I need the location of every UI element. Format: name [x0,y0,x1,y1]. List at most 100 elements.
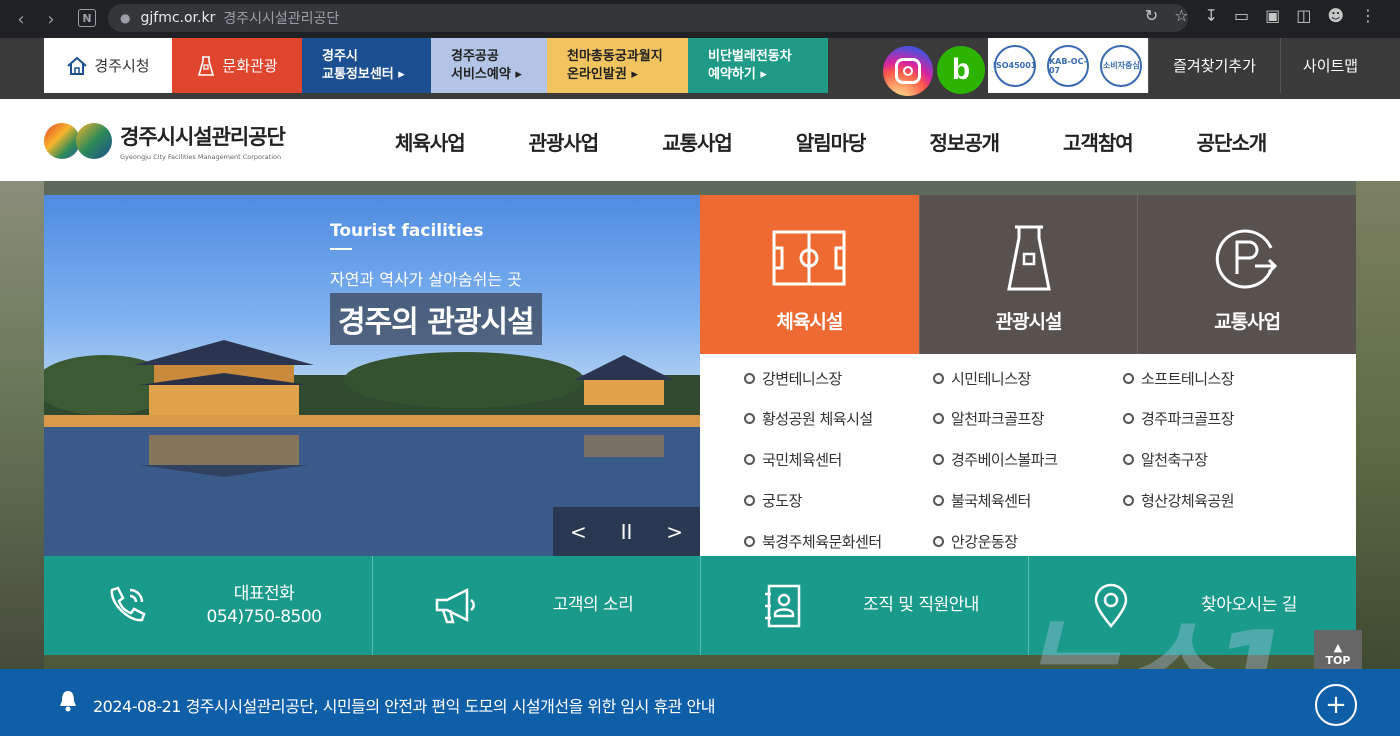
back-icon[interactable]: ‹ [6,4,36,34]
facility-link[interactable]: 국민체육센터 [744,448,933,472]
lock-icon: ● [120,11,131,25]
facility-link[interactable]: 황성공원 체육시설 [744,407,933,431]
phone-icon [110,586,146,622]
customer-voice-button[interactable]: 고객의 소리 [372,556,700,655]
electric-vehicle-link[interactable]: 비단벌레전동차 예약하기 ▸ [688,38,828,93]
download-icon[interactable]: ↧ [1205,6,1218,25]
vehicle-line2: 예약하기 [708,66,756,82]
instagram-icon[interactable] [883,46,933,96]
cheomseongdae-icon [1006,225,1051,291]
facility-link[interactable]: 형산강체육공원 [1123,488,1323,512]
facility-link[interactable]: 경주베이스볼파크 [933,448,1123,472]
facility-link[interactable]: 알천파크골프장 [933,407,1123,431]
service-line2: 서비스예약 [451,66,511,82]
megaphone-icon [435,587,475,624]
arrow-right-icon: ▸ [515,66,522,82]
forward-icon[interactable]: › [36,4,66,34]
nav-tourism[interactable]: 관광사업 [529,127,600,156]
city-hall-link[interactable]: 경주시청 [44,38,172,93]
facility-link[interactable]: 불국체육센터 [933,488,1123,512]
phone-info-button[interactable]: 대표전화 054)750-8500 [44,556,372,655]
blog-icon[interactable]: b [937,46,985,94]
cert-badge-iso: ISO45001 [993,44,1036,87]
facility-link[interactable]: 소프트테니스장 [1123,366,1323,390]
nav-transport[interactable]: 교통사업 [662,127,733,156]
browser-toolbar: ‹ › N ● gjfmc.or.kr 경주시시설관리공단 ↻ ☆ ↧ ▭ ▣ … [0,0,1400,38]
slide-subtitle: 자연과 역사가 살아숨쉬는 곳 [330,270,522,289]
facility-link[interactable]: 안강운동장 [933,529,1123,553]
nav-participation[interactable]: 고객참여 [1063,127,1134,156]
nav-disclosure[interactable]: 정보공개 [929,127,1000,156]
facility-link[interactable]: 경주파크골프장 [1123,407,1323,431]
traffic-info-link[interactable]: 경주시 교통정보센터 ▸ [302,38,431,93]
site-logo[interactable]: 경주시시설관리공단 Gyeongju City Facilities Manag… [44,121,286,161]
menu-icon[interactable]: ⋮ [1360,6,1376,25]
customer-voice-label: 고객의 소리 [552,595,634,616]
bookmark-button[interactable]: 즐겨찾기추가 [1148,38,1280,93]
logo-subtitle: Gyeongju City Facilities Management Corp… [120,153,282,161]
pause-icon[interactable]: II [621,520,633,544]
address-bar[interactable]: ● gjfmc.or.kr 경주시시설관리공단 [108,4,1188,32]
main-nav: 체육사업 관광사업 교통사업 알림마당 정보공개 고객참여 공단소개 [395,127,1268,156]
facility-link[interactable]: 시민테니스장 [933,366,1123,390]
slide-subtitle-en: Tourist facilities [330,221,484,241]
tab-transport-business[interactable]: 교통사업 [1137,195,1357,354]
facility-link[interactable]: 강변테니스장 [744,366,933,390]
facility-link[interactable]: 알천축구장 [1123,448,1323,472]
sidebar-icon[interactable]: ◫ [1296,6,1311,25]
cheonma-ticket-link[interactable]: 천마총동궁과월지 온라인발권 ▸ [547,38,688,93]
certification-badges: ISO45001 KAB-OC-07 소비자중심 [988,38,1148,93]
directions-button[interactable]: 찾아오시는 길 [1028,556,1356,655]
parking-icon [1216,229,1278,289]
url-page-title: 경주시시설관리공단 [223,11,340,27]
site-header: 경주시시설관리공단 Gyeongju City Facilities Manag… [0,99,1400,181]
phone-number: 054)750-8500 [206,606,322,627]
tab-sports-label: 체육시설 [776,311,843,333]
facility-link[interactable]: 궁도장 [744,488,933,512]
contact-book-icon [765,584,801,628]
cheonma-line1: 천마총동궁과월지 [567,48,663,64]
profile-icon[interactable]: ☻ [1327,6,1344,25]
facility-list: 강변테니스장 시민테니스장 소프트테니스장 황성공원 체육시설 알천파크골프장 … [700,354,1356,556]
cert-badge-kab: KAB-OC-07 [1046,44,1089,87]
reload-icon[interactable]: ↻ [1145,6,1158,25]
organization-label: 조직 및 직원안내 [863,595,979,616]
tab-tourism-facilities[interactable]: 관광시설 [918,195,1138,354]
traffic-info-line2: 교통정보센터 [322,66,394,82]
browser-actions: ↻ ☆ ↧ ▭ ▣ ◫ ☻ ⋮ [1145,6,1376,25]
extension-icon[interactable]: N [78,9,96,27]
culture-tour-link[interactable]: 문화관광 [172,38,302,93]
facility-link[interactable]: 북경주체육문화센터 [744,529,933,553]
nav-news[interactable]: 알림마당 [796,127,867,156]
tab-sports-facilities[interactable]: 체육시설 [700,195,919,364]
organization-button[interactable]: 조직 및 직원안내 [700,556,1028,655]
chevron-left-icon[interactable]: < [570,520,587,544]
bell-icon [60,691,76,712]
service-line1: 경주공공 [451,48,499,64]
arrow-right-icon: ▸ [760,66,767,82]
favorite-icon[interactable]: ☆ [1174,6,1188,25]
nav-about[interactable]: 공단소개 [1197,127,1268,156]
notice-link[interactable]: 2024-08-21 경주시시설관리공단, 시민들의 안전과 편익 도모의 시설… [93,693,715,717]
arrow-right-icon: ▸ [631,66,638,82]
tab-tourism-label: 관광시설 [995,311,1063,333]
slide-title: 경주의 관광시설 [330,293,542,345]
location-pin-icon [1094,583,1128,628]
cast-icon[interactable]: ▭ [1234,6,1249,25]
service-reservation-link[interactable]: 경주공공서비스예약 ▸ [431,38,547,93]
top-label: TOP [1325,654,1351,667]
home-icon [67,56,88,75]
cert-badge-consumer: 소비자중심 [1100,44,1143,87]
field-icon [772,230,846,286]
logo-mark-icon [44,123,112,159]
notice-more-button[interactable]: + [1315,684,1357,726]
notice-bar: 2024-08-21 경주시시설관리공단, 시민들의 안전과 편익 도모의 시설… [0,669,1400,736]
nav-sports[interactable]: 체육사업 [395,127,466,156]
chevron-right-icon[interactable]: > [666,520,683,544]
quick-links-bar: 경주시청 문화관광 경주시 교통정보센터 ▸ 경주공공서비스예약 ▸ 천마총동궁과… [0,38,1400,99]
sitemap-button[interactable]: 사이트맵 [1280,38,1380,93]
screenshot-icon[interactable]: ▣ [1265,6,1280,25]
logo-title: 경주시시설관리공단 [120,125,286,149]
main-slide: Tourist facilities 자연과 역사가 살아숨쉬는 곳 경주의 관… [44,195,700,556]
city-hall-label: 경주시청 [94,57,150,75]
